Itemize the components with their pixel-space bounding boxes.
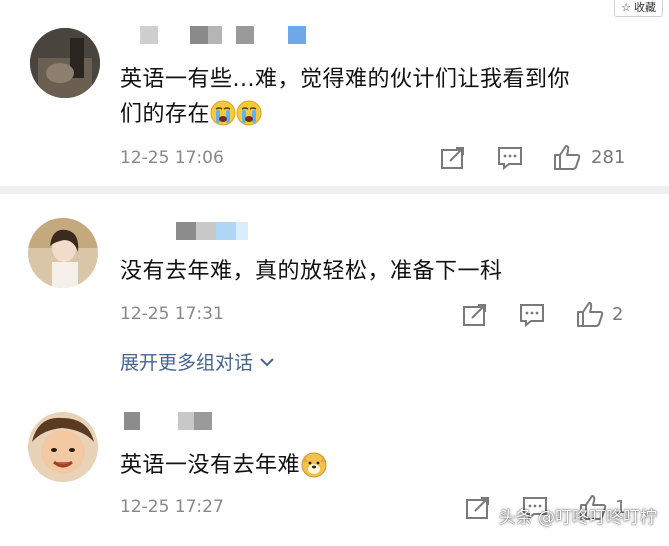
- avatar[interactable]: [28, 218, 98, 288]
- like-button[interactable]: [576, 300, 604, 332]
- comment-icon: [498, 147, 522, 171]
- comment-text: 没有去年难，真的放轻松，准备下一科: [120, 259, 503, 284]
- share-icon: [441, 147, 464, 169]
- username-redacted[interactable]: [140, 26, 306, 44]
- expand-conversations-link[interactable]: 展开更多组对话: [120, 348, 275, 375]
- comment-text: 英语一没有去年难: [120, 448, 328, 489]
- comment-timestamp: 12-25 17:06: [120, 148, 224, 168]
- favorite-label: 收藏: [634, 1, 656, 14]
- reply-button[interactable]: [519, 303, 545, 331]
- username-redacted[interactable]: [124, 412, 212, 430]
- avatar-photo: [28, 218, 98, 288]
- comment-icon: [520, 304, 544, 328]
- divider: [0, 186, 669, 194]
- crying-emoji-icon: [236, 99, 262, 138]
- reply-button[interactable]: [497, 146, 523, 174]
- like-count: 2: [612, 304, 624, 325]
- thumbs-up-icon: [554, 145, 581, 170]
- avatar[interactable]: [28, 412, 98, 482]
- share-button[interactable]: [440, 146, 466, 174]
- crying-emoji-icon: [210, 99, 236, 138]
- avatar-photo: [28, 412, 98, 482]
- comment-timestamp: 12-25 17:31: [120, 304, 224, 324]
- avatar[interactable]: [30, 28, 100, 98]
- star-icon: ☆: [621, 1, 631, 14]
- doge-emoji-icon: [300, 450, 328, 489]
- thumbs-up-icon: [577, 302, 604, 327]
- share-button[interactable]: [465, 496, 491, 524]
- watermark: 头条 @叮咚叮咚叮柠: [498, 508, 657, 528]
- favorite-button[interactable]: ☆ 收藏: [614, 0, 663, 17]
- share-icon: [466, 497, 489, 519]
- expand-label: 展开更多组对话: [120, 352, 254, 374]
- username-redacted[interactable]: [176, 222, 248, 240]
- avatar-photo: [30, 28, 100, 98]
- share-button[interactable]: [462, 303, 488, 331]
- chevron-down-icon: [260, 357, 274, 366]
- comment-text-line: 们的存在: [120, 97, 570, 138]
- like-count: 281: [591, 147, 626, 168]
- comment-text: 英语一有些...难，觉得难的伙计们让我看到你 们的存在: [120, 62, 570, 138]
- comment-text-line: 英语一有些...难，觉得难的伙计们让我看到你: [120, 67, 570, 92]
- like-button[interactable]: [553, 143, 581, 175]
- share-icon: [463, 304, 486, 326]
- comment-timestamp: 12-25 17:27: [120, 497, 224, 517]
